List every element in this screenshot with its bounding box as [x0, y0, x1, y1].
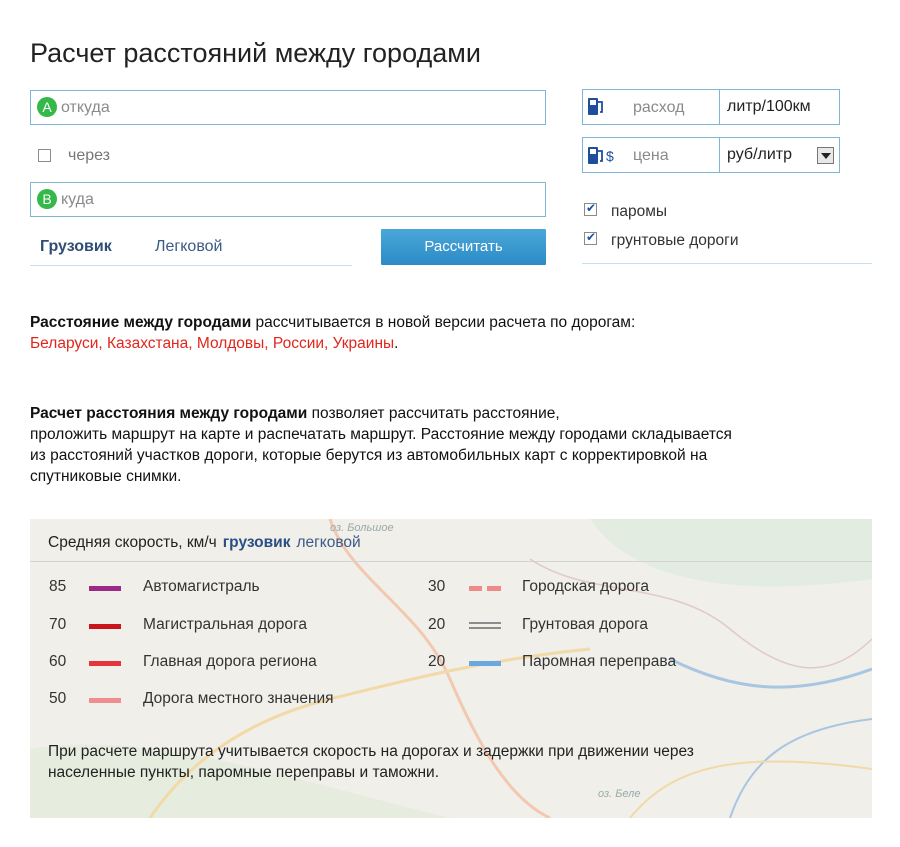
from-input[interactable]: A откуда — [30, 90, 546, 125]
road-swatch-trunk — [89, 624, 121, 629]
via-label: через — [68, 147, 111, 164]
calculate-button[interactable]: Рассчитать — [381, 229, 546, 265]
dirt-roads-label: грунтовые дороги — [611, 232, 739, 249]
road-swatch-city — [469, 586, 501, 591]
speed-legend-divider — [30, 561, 872, 562]
speed-note-line2: населенные пункты, паромные переправы и … — [48, 764, 440, 781]
speed-value: 30 — [428, 578, 446, 595]
speed-value: 20 — [428, 616, 446, 633]
speed-note-line1: При расчете маршрута учитывается скорост… — [48, 743, 694, 760]
price-label: цена — [633, 147, 669, 164]
info1-bold: Расстояние между городами — [30, 314, 252, 331]
speed-value: 70 — [49, 616, 67, 633]
marker-a-icon: A — [37, 97, 57, 117]
speed-legend-title: Средняя скорость, км/ч грузовик легковой — [48, 534, 361, 552]
legend-label: Главная дорога региона — [143, 653, 317, 670]
map-label-1: оз. Большое — [330, 522, 394, 534]
info-paragraph-2: Расчет расстояния между городами позволя… — [30, 403, 880, 487]
page-title: Расчет расстояний между городами — [30, 38, 481, 68]
legend-label: Грунтовая дорога — [522, 616, 649, 633]
to-input[interactable]: B куда — [30, 182, 546, 217]
speed-value: 60 — [49, 653, 67, 670]
fuel-pump-icon — [588, 98, 603, 115]
from-placeholder: откуда — [61, 99, 110, 116]
tab-truck[interactable]: Грузовик — [40, 238, 112, 256]
road-swatch-ferry — [469, 661, 501, 666]
consumption-label: расход — [633, 99, 685, 116]
currency-symbol: $ — [606, 148, 614, 164]
via-checkbox[interactable] — [38, 149, 51, 162]
info2-line4: спутниковые снимки. — [30, 468, 182, 485]
map-label-2: оз. Беле — [598, 788, 640, 800]
legend-label: Городская дорога — [522, 578, 649, 595]
speed-value: 20 — [428, 653, 446, 670]
ferries-checkbox[interactable] — [584, 201, 597, 216]
speed-note: При расчете маршрута учитывается скорост… — [48, 741, 848, 783]
legend-label: Дорога местного значения — [143, 690, 334, 707]
dirt-roads-checkbox[interactable] — [584, 230, 597, 245]
legend-label: Автомагистраль — [143, 578, 260, 595]
fuel-price-icon — [588, 147, 603, 164]
legend-label: Паромная переправа — [522, 653, 677, 670]
price-field[interactable]: $ цена руб/литр — [582, 137, 840, 173]
consumption-separator — [719, 90, 720, 124]
speed-truck-link[interactable]: грузовик — [223, 534, 291, 551]
info2-line2: проложить маршрут на карте и распечатать… — [30, 426, 732, 443]
consumption-unit: литр/100км — [727, 98, 811, 115]
ferries-label: паромы — [611, 203, 668, 220]
consumption-field[interactable]: расход литр/100км — [582, 89, 840, 125]
countries-list: Беларуси, Казахстана, Молдовы, России, У… — [30, 335, 395, 352]
speed-title-text: Средняя скорость, км/ч — [48, 534, 217, 551]
price-unit-select[interactable]: руб/литр — [727, 146, 792, 164]
road-swatch-dirt — [469, 622, 501, 630]
info2-rest: позволяет рассчитать расстояние, — [307, 405, 560, 422]
road-swatch-regional — [89, 661, 121, 666]
info-paragraph-1: Расстояние между городами рассчитывается… — [30, 312, 880, 354]
to-placeholder: куда — [61, 191, 94, 208]
speed-legend-panel: оз. Большое оз. Беле Средняя скорость, к… — [30, 519, 872, 818]
marker-b-icon: B — [37, 189, 57, 209]
info1-rest: рассчитывается в новой версии расчета по… — [251, 314, 636, 331]
speed-value: 85 — [49, 578, 67, 595]
info2-line3: из расстояний участков дороги, которые б… — [30, 447, 708, 464]
tabs-divider — [30, 265, 352, 266]
speed-car-link[interactable]: легковой — [296, 534, 360, 551]
speed-value: 50 — [49, 690, 67, 707]
price-separator — [719, 138, 720, 172]
info2-bold: Расчет расстояния между городами — [30, 405, 308, 422]
options-divider — [582, 263, 872, 264]
road-swatch-motorway — [89, 586, 121, 591]
legend-label: Магистральная дорога — [143, 616, 307, 633]
info1-period: . — [394, 335, 399, 352]
tab-car[interactable]: Легковой — [155, 238, 222, 256]
road-swatch-local — [89, 698, 121, 703]
chevron-down-icon[interactable] — [817, 147, 834, 164]
